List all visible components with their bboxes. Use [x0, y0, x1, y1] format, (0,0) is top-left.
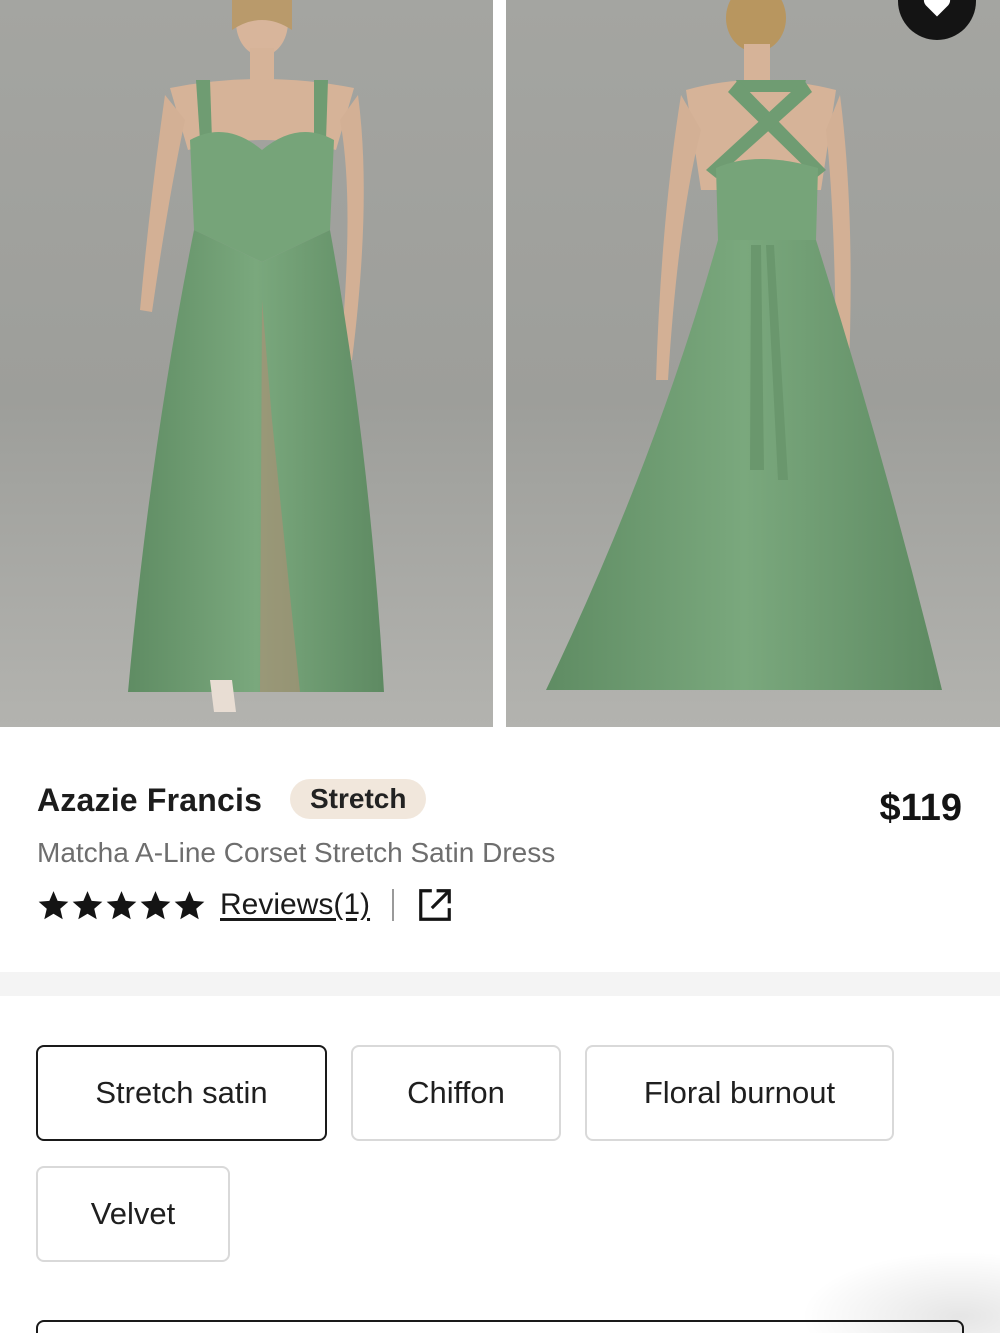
star-icon	[140, 890, 171, 919]
product-subtitle: Matcha A-Line Corset Stretch Satin Dress	[37, 837, 556, 868]
star-icon	[106, 890, 137, 919]
section-divider	[0, 972, 1000, 996]
dress-back-illustration	[546, 0, 942, 690]
product-info: Azazie Francis Stretch $119 Matcha A-Lin…	[0, 727, 1000, 972]
product-photo-back[interactable]	[506, 0, 1000, 727]
reviews-link[interactable]: Reviews(1)	[220, 888, 370, 922]
fabric-option-stretch-satin[interactable]: Stretch satin	[36, 1045, 327, 1141]
product-image-gallery[interactable]	[0, 0, 1000, 727]
next-option-box[interactable]	[36, 1320, 964, 1333]
external-link-icon[interactable]	[416, 886, 454, 924]
fabric-option-velvet[interactable]: Velvet	[36, 1166, 230, 1262]
dress-front-illustration	[128, 0, 384, 712]
heart-icon	[923, 0, 951, 17]
fabric-selector: Stretch satin Chiffon Floral burnout Vel…	[0, 996, 1000, 1333]
star-icon	[72, 890, 103, 919]
fabric-option-chiffon[interactable]: Chiffon	[351, 1045, 561, 1141]
product-photo-front[interactable]	[0, 0, 493, 727]
stretch-tag: Stretch	[290, 779, 427, 819]
star-icon	[174, 890, 205, 919]
star-rating	[37, 889, 206, 922]
product-price: $119	[879, 787, 962, 829]
star-icon	[38, 890, 69, 919]
rating-row: Reviews(1)	[37, 885, 454, 925]
product-brand-title: Azazie Francis	[37, 782, 263, 818]
fabric-option-floral-burnout[interactable]: Floral burnout	[585, 1045, 894, 1141]
separator	[392, 889, 395, 921]
